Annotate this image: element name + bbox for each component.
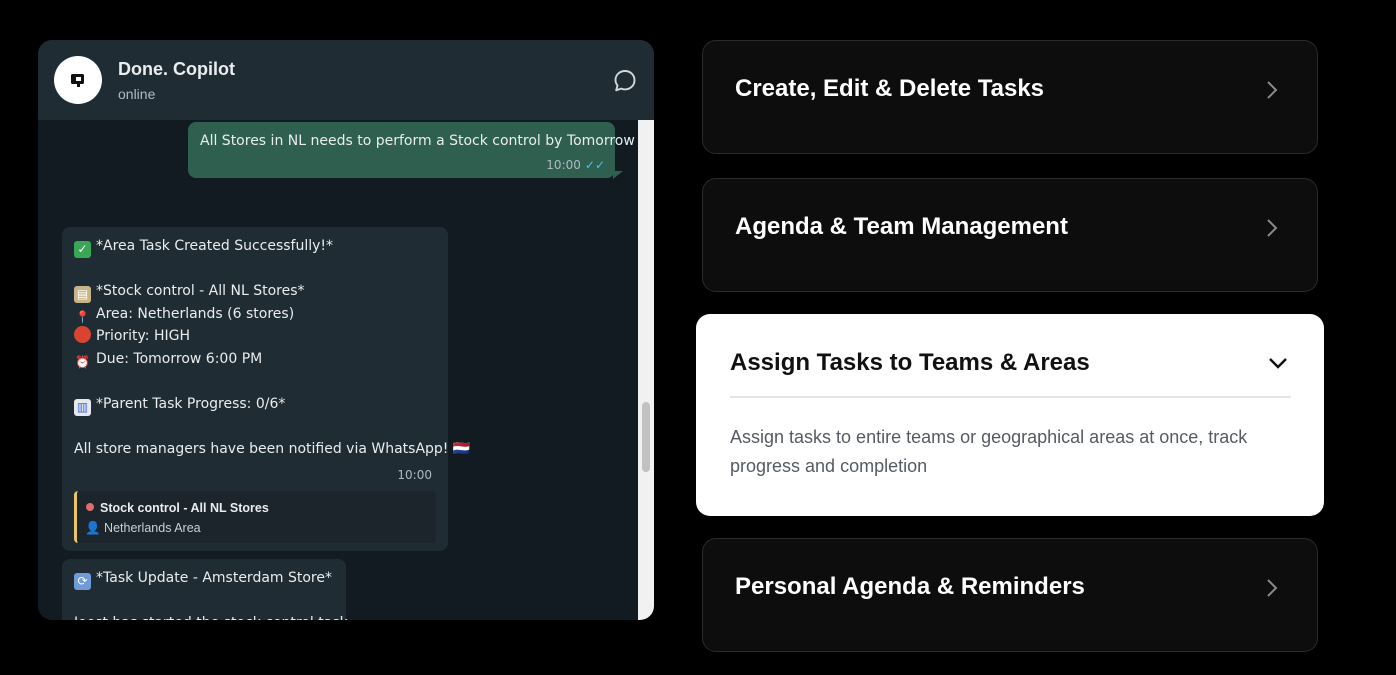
message-line-text: Area: Netherlands (6 stores) bbox=[96, 305, 295, 322]
task-created-message[interactable]: ✓ *Area Task Created Successfully!* ▤ *Stoc… bbox=[62, 227, 470, 551]
red-circle-icon bbox=[74, 326, 91, 344]
task-update-message[interactable]: ⟳ *Task Update - Amsterdam Store* Joost ha… bbox=[62, 559, 352, 620]
message-line-text: *Task Update - Amsterdam Store* bbox=[96, 570, 332, 586]
outgoing-message[interactable]: All Stores in NL needs to perform a Stoc… bbox=[188, 122, 635, 178]
message-line: ▤ *Stock control - All NL Stores* bbox=[74, 280, 470, 304]
check-icon: ✓ bbox=[74, 241, 91, 258]
pin-icon: 📍 bbox=[75, 309, 90, 324]
feature-divider bbox=[730, 396, 1291, 398]
refresh-icon: ⟳ bbox=[74, 573, 91, 590]
outgoing-time: 10:00 bbox=[546, 158, 581, 172]
outgoing-message-text: All Stores in NL needs to perform a Stoc… bbox=[200, 133, 635, 149]
message-list[interactable]: All Stores in NL needs to perform a Stoc… bbox=[38, 120, 638, 620]
message-line-text: *Parent Task Progress: 0/6* bbox=[96, 396, 286, 413]
read-receipt-icon: ✓✓ bbox=[584, 158, 605, 172]
feature-title: Assign Tasks to Teams & Areas bbox=[730, 349, 1090, 376]
priority-dot-icon bbox=[86, 503, 94, 511]
message-line: ▥ *Parent Task Progress: 0/6* bbox=[74, 393, 470, 417]
message-line bbox=[74, 416, 470, 439]
copilot-logo-icon bbox=[71, 74, 84, 87]
clipboard-icon: ▤ bbox=[74, 286, 91, 304]
quoted-task-area: 👤 Netherlands Area bbox=[85, 521, 201, 535]
chevron-right-icon bbox=[1267, 579, 1278, 597]
contact-status: online bbox=[118, 86, 156, 102]
chevron-right-icon bbox=[1267, 219, 1278, 237]
bubble-tail bbox=[613, 171, 623, 179]
feature-create-edit-delete[interactable]: Create, Edit & Delete Tasks bbox=[702, 40, 1318, 154]
message-line-text: Due: Tomorrow 6:00 PM bbox=[96, 350, 263, 367]
chat-scrollbar[interactable] bbox=[638, 120, 654, 620]
message-line-text: *Stock control - All NL Stores* bbox=[96, 283, 305, 300]
message-line bbox=[74, 590, 352, 613]
quoted-task-card[interactable]: Stock control - All NL Stores 👤 Netherla… bbox=[74, 491, 436, 543]
message-line-text: Joost has started the stock control task… bbox=[74, 615, 352, 620]
message-line-text: Priority: HIGH bbox=[96, 328, 191, 345]
message-timestamp: 10:00 ✓✓ bbox=[546, 154, 605, 177]
alarm-clock-icon: ⏰ bbox=[75, 354, 90, 369]
message-line bbox=[74, 258, 470, 281]
feature-description: Assign tasks to entire teams or geograph… bbox=[730, 427, 1248, 476]
message-line: 📍 Area: Netherlands (6 stores) bbox=[74, 303, 470, 326]
message-line: All store managers have been notified vi… bbox=[74, 438, 470, 461]
message-line: ⟳ *Task Update - Amsterdam Store* bbox=[74, 567, 352, 590]
new-chat-icon[interactable] bbox=[612, 68, 638, 94]
feature-title: Agenda & Team Management bbox=[735, 213, 1068, 240]
bot-avatar[interactable] bbox=[54, 56, 102, 104]
message-line bbox=[74, 371, 470, 394]
chat-header: Done. Copilot online bbox=[38, 40, 654, 120]
message-line: Priority: HIGH bbox=[74, 325, 470, 348]
task-message-body: ✓ *Area Task Created Successfully!* ▤ *Stoc… bbox=[74, 235, 470, 461]
feature-personal-agenda[interactable]: Personal Agenda & Reminders bbox=[702, 538, 1318, 652]
contact-name: Done. Copilot bbox=[118, 59, 235, 79]
update-message-body: ⟳ *Task Update - Amsterdam Store* Joost ha… bbox=[74, 567, 352, 620]
message-line-text: *Area Task Created Successfully!* bbox=[96, 238, 334, 254]
feature-assign-teams-areas[interactable]: Assign Tasks to Teams & Areas Assign tas… bbox=[696, 314, 1324, 516]
chevron-right-icon bbox=[1267, 81, 1278, 99]
message-line: Joost has started the stock control task… bbox=[74, 612, 352, 620]
message-line: ⏰ Due: Tomorrow 6:00 PM bbox=[74, 348, 470, 371]
feature-title: Create, Edit & Delete Tasks bbox=[735, 75, 1045, 102]
chat-scrollbar-thumb[interactable] bbox=[642, 402, 650, 472]
message-line-text: All store managers have been notified vi… bbox=[74, 441, 471, 458]
feature-agenda-team[interactable]: Agenda & Team Management bbox=[702, 178, 1318, 292]
chevron-down-icon bbox=[1269, 358, 1287, 369]
chat-window: Done. Copilot online All Stores in NL ne… bbox=[38, 40, 654, 620]
message-line: ✓ *Area Task Created Successfully!* bbox=[74, 235, 470, 258]
task-message-time: 10:00 bbox=[397, 468, 432, 482]
bar-chart-icon: ▥ bbox=[74, 399, 91, 417]
feature-title: Personal Agenda & Reminders bbox=[735, 573, 1085, 600]
